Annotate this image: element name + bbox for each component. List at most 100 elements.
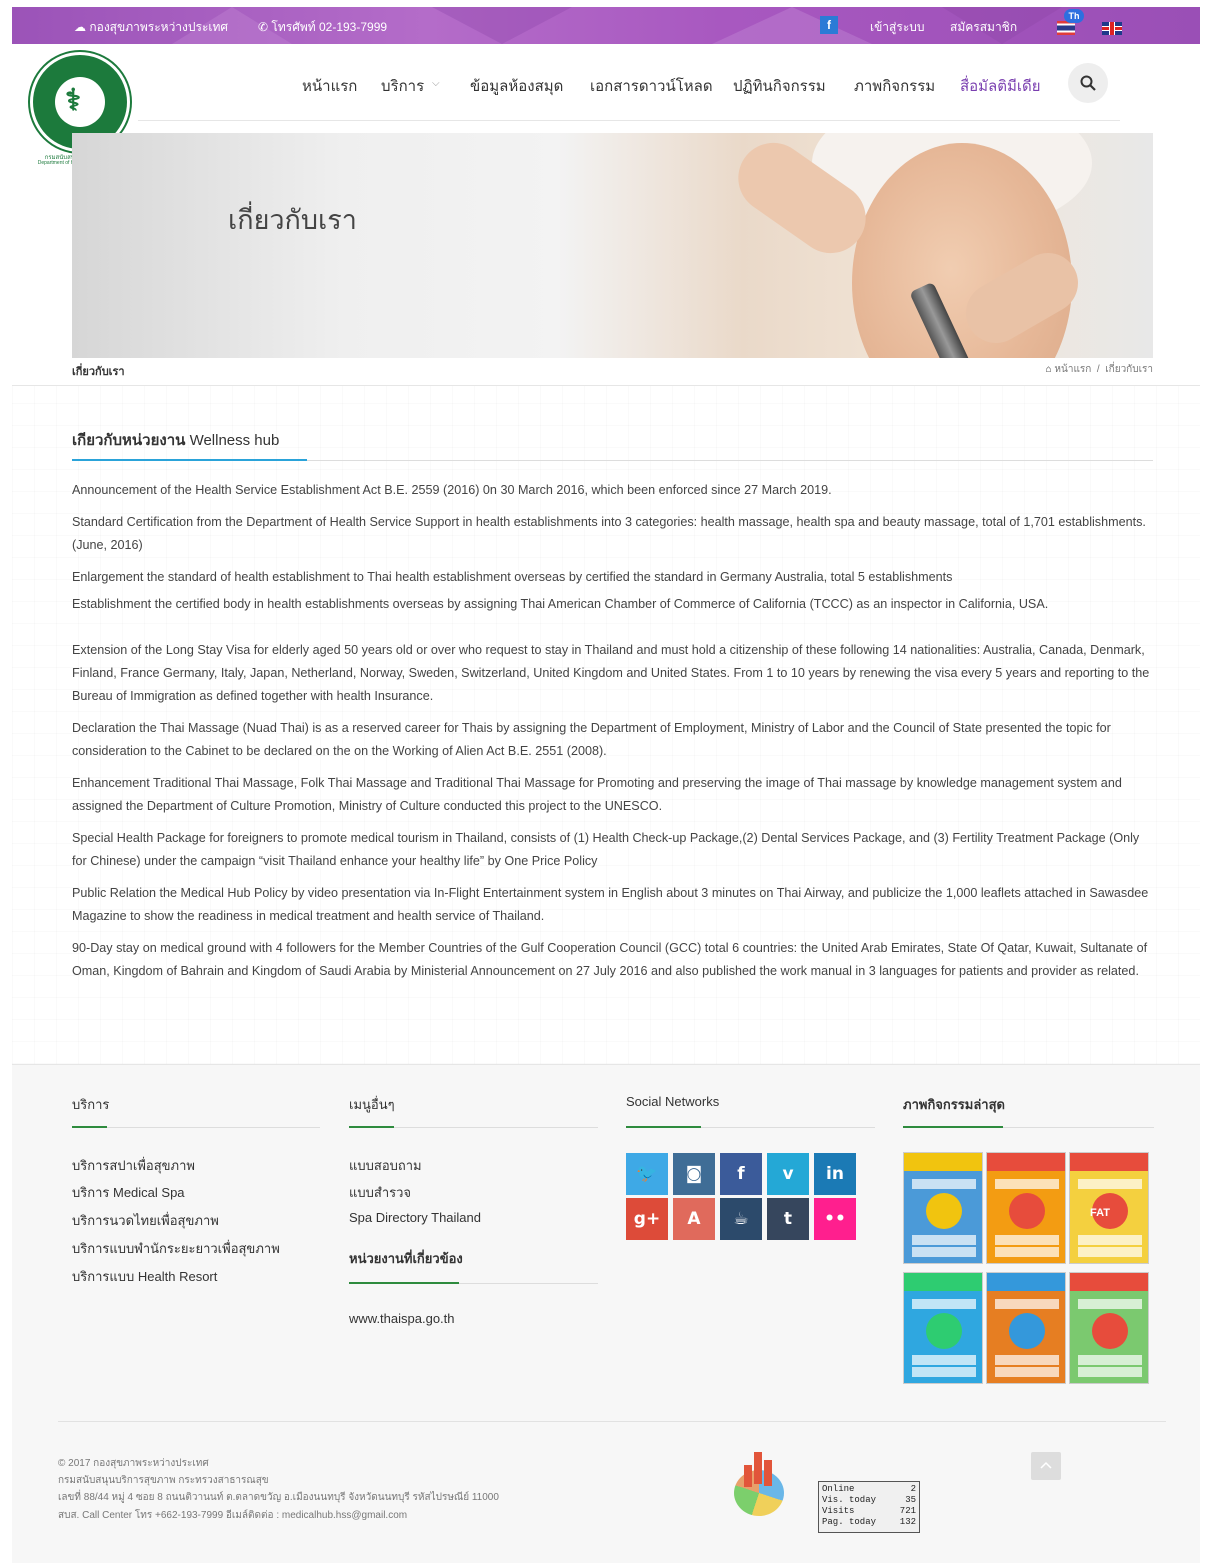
thumbnail-text-block <box>1078 1355 1142 1365</box>
org-link-label: กองสุขภาพระหว่างประเทศ <box>89 20 229 34</box>
section-title: เกียวกับหน่วยงาน Wellness hub <box>72 428 279 452</box>
nav-item-calendar[interactable]: ปฏิทินกิจกรรม <box>733 74 826 98</box>
footer-rule-accent <box>349 1126 394 1128</box>
content-paragraph: Establishment the certified body in heal… <box>72 597 1049 611</box>
stat-value: 721 <box>899 1506 916 1516</box>
content-paragraph: Declaration the Thai Massage (Nuad Thai)… <box>72 721 1111 758</box>
section-title-thai: เกียวกับหน่วยงาน <box>72 432 186 449</box>
thumbnail-text-block <box>912 1235 976 1245</box>
content-paragraph: Enlargement the standard of health estab… <box>72 570 953 584</box>
google-plus-icon[interactable]: g+ <box>626 1198 668 1240</box>
gallery-thumbnail[interactable] <box>903 1152 983 1264</box>
nav-item-home[interactable]: หน้าแรก <box>302 74 357 98</box>
footer-service-link[interactable]: บริการแบบพำนักระยะยาวเพื่อสุขภาพ <box>72 1238 280 1259</box>
facebook-icon[interactable]: f <box>720 1153 762 1195</box>
footer-other-link[interactable]: Spa Directory Thailand <box>349 1210 481 1225</box>
thumbnail-figure <box>1009 1313 1045 1349</box>
stat-label: Online <box>822 1484 855 1494</box>
nav-item-services[interactable]: บริการ <box>381 74 424 98</box>
gallery-thumbnail[interactable] <box>986 1272 1066 1384</box>
breadcrumb-page-label: เกี่ยวกับเรา <box>72 366 125 378</box>
stat-label: Visits <box>822 1506 855 1516</box>
phone-label: โทรศัพท์ 02-193-7999 <box>271 20 388 34</box>
cloud-icon: ☁ <box>74 20 86 34</box>
back-to-top-button[interactable] <box>1031 1452 1061 1480</box>
decor-triangle <box>712 7 872 44</box>
address-line: เลขที่ 88/44 หมู่ 4 ซอย 8 ถนนติวานนท์ ต.… <box>58 1492 499 1503</box>
home-icon[interactable]: ⌂ <box>1046 364 1052 375</box>
thumbnail-text-block <box>1078 1235 1142 1245</box>
related-link[interactable]: www.thaispa.go.th <box>349 1311 455 1326</box>
thai-flag-icon[interactable] <box>1057 21 1075 35</box>
section-title-english: Wellness hub <box>189 432 280 449</box>
breadcrumb: ⌂ หน้าแรก / เกี่ยวกับเรา <box>1046 362 1153 377</box>
stat-label: Pag. today <box>822 1517 877 1527</box>
visitor-stats: Online 2 Vis. today 35 Visits 721 Pag. toda… <box>818 1481 920 1533</box>
thumbnail-text-block <box>912 1299 976 1309</box>
content-paragraph: Standard Certification from the Departme… <box>72 515 1146 552</box>
footer-service-link[interactable]: บริการนวดไทยเพื่อสุขภาพ <box>72 1210 219 1231</box>
footer-service-link[interactable]: บริการสปาเพื่อสุขภาพ <box>72 1155 195 1176</box>
thumbnail-text-block <box>995 1247 1059 1257</box>
login-link[interactable]: เข้าสู่ระบบ <box>870 18 925 37</box>
footer-other-link[interactable]: แบบสอบถาม <box>349 1155 422 1176</box>
stat-label: Vis. today <box>822 1495 877 1505</box>
thumbnail-header <box>1070 1273 1148 1291</box>
footer-social-title: Social Networks <box>626 1094 720 1109</box>
contact-line: สบส. Call Center โทร +662-193-7999 อีเมล… <box>58 1510 408 1521</box>
org-link[interactable]: ☁ กองสุขภาพระหว่างประเทศ <box>74 18 228 37</box>
footer-bottom-rule <box>58 1421 1166 1422</box>
gallery-thumbnail[interactable]: FAT <box>1069 1152 1149 1264</box>
gallery-thumbnail[interactable] <box>986 1152 1066 1264</box>
nav-item-library[interactable]: ข้อมูลห้องสมุด <box>470 74 563 98</box>
stats-bar-icon <box>744 1465 752 1487</box>
vimeo-icon[interactable]: v <box>767 1153 809 1195</box>
nav-item-downloads[interactable]: เอกสารดาวน์โหลด <box>590 74 713 98</box>
thumbnail-text-block <box>912 1247 976 1257</box>
thumbnail-figure <box>926 1313 962 1349</box>
stat-value: 35 <box>905 1495 916 1505</box>
search-icon <box>1080 75 1096 91</box>
copyright-line: © 2017 กองสุขภาพระหว่างประเทศ <box>58 1458 209 1469</box>
header-divider <box>138 120 1120 121</box>
search-button[interactable] <box>1068 63 1108 103</box>
footer-service-link[interactable]: บริการ Medical Spa <box>72 1182 185 1203</box>
nav-item-gallery[interactable]: ภาพกิจกรรม <box>854 74 935 98</box>
language-badge: Th <box>1064 9 1084 23</box>
page-title: เกี่ยวกับเรา <box>228 205 357 235</box>
footer-other-title: เมนูอื่นๆ <box>349 1097 395 1112</box>
thumbnail-header <box>987 1273 1065 1291</box>
stat-value: 132 <box>899 1517 916 1527</box>
breadcrumb-separator: / <box>1096 364 1100 375</box>
stats-bar-icon <box>754 1452 762 1484</box>
content-paragraph: Enhancement Traditional Thai Massage, Fo… <box>72 776 1122 813</box>
content-paragraph: 90-Day stay on medical ground with 4 fol… <box>72 941 1148 978</box>
footer-gallery-title: ภาพกิจกรรมล่าสุด <box>903 1097 1005 1112</box>
gallery-thumbnail[interactable] <box>903 1272 983 1384</box>
phone-info: ✆ โทรศัพท์ 02-193-7999 <box>258 18 387 37</box>
thumbnail-text-block <box>1078 1179 1142 1189</box>
facebook-button[interactable]: f <box>820 16 838 34</box>
instagram-icon[interactable]: ◙ <box>673 1153 715 1195</box>
footer-rule <box>72 1127 320 1128</box>
register-link[interactable]: สมัครสมาชิก <box>950 18 1017 37</box>
caduceus-icon: ⚕ <box>65 84 82 117</box>
linkedin-icon[interactable]: in <box>814 1153 856 1195</box>
tumblr-icon[interactable]: t <box>767 1198 809 1240</box>
thumbnail-text-block <box>995 1235 1059 1245</box>
flickr-icon[interactable]: •• <box>814 1198 856 1240</box>
gallery-thumbnail[interactable] <box>1069 1272 1149 1384</box>
app-store-icon[interactable]: A <box>673 1198 715 1240</box>
uk-flag-icon[interactable] <box>1102 22 1122 35</box>
thumbnail-text-block <box>995 1179 1059 1189</box>
dropbox-cup-icon[interactable]: ☕ <box>720 1198 762 1240</box>
nav-item-multimedia[interactable]: สื่อมัลติมีเดีย <box>960 74 1041 98</box>
thumbnail-header <box>904 1153 982 1171</box>
footer-other-link[interactable]: แบบสำรวจ <box>349 1182 411 1203</box>
thumbnail-text-block <box>1078 1299 1142 1309</box>
thumbnail-text-block <box>995 1355 1059 1365</box>
footer-service-link[interactable]: บริการแบบ Health Resort <box>72 1266 217 1287</box>
twitter-icon[interactable]: 🐦 <box>626 1153 668 1195</box>
breadcrumb-home[interactable]: หน้าแรก <box>1054 364 1091 375</box>
thumbnail-text-block <box>912 1367 976 1377</box>
